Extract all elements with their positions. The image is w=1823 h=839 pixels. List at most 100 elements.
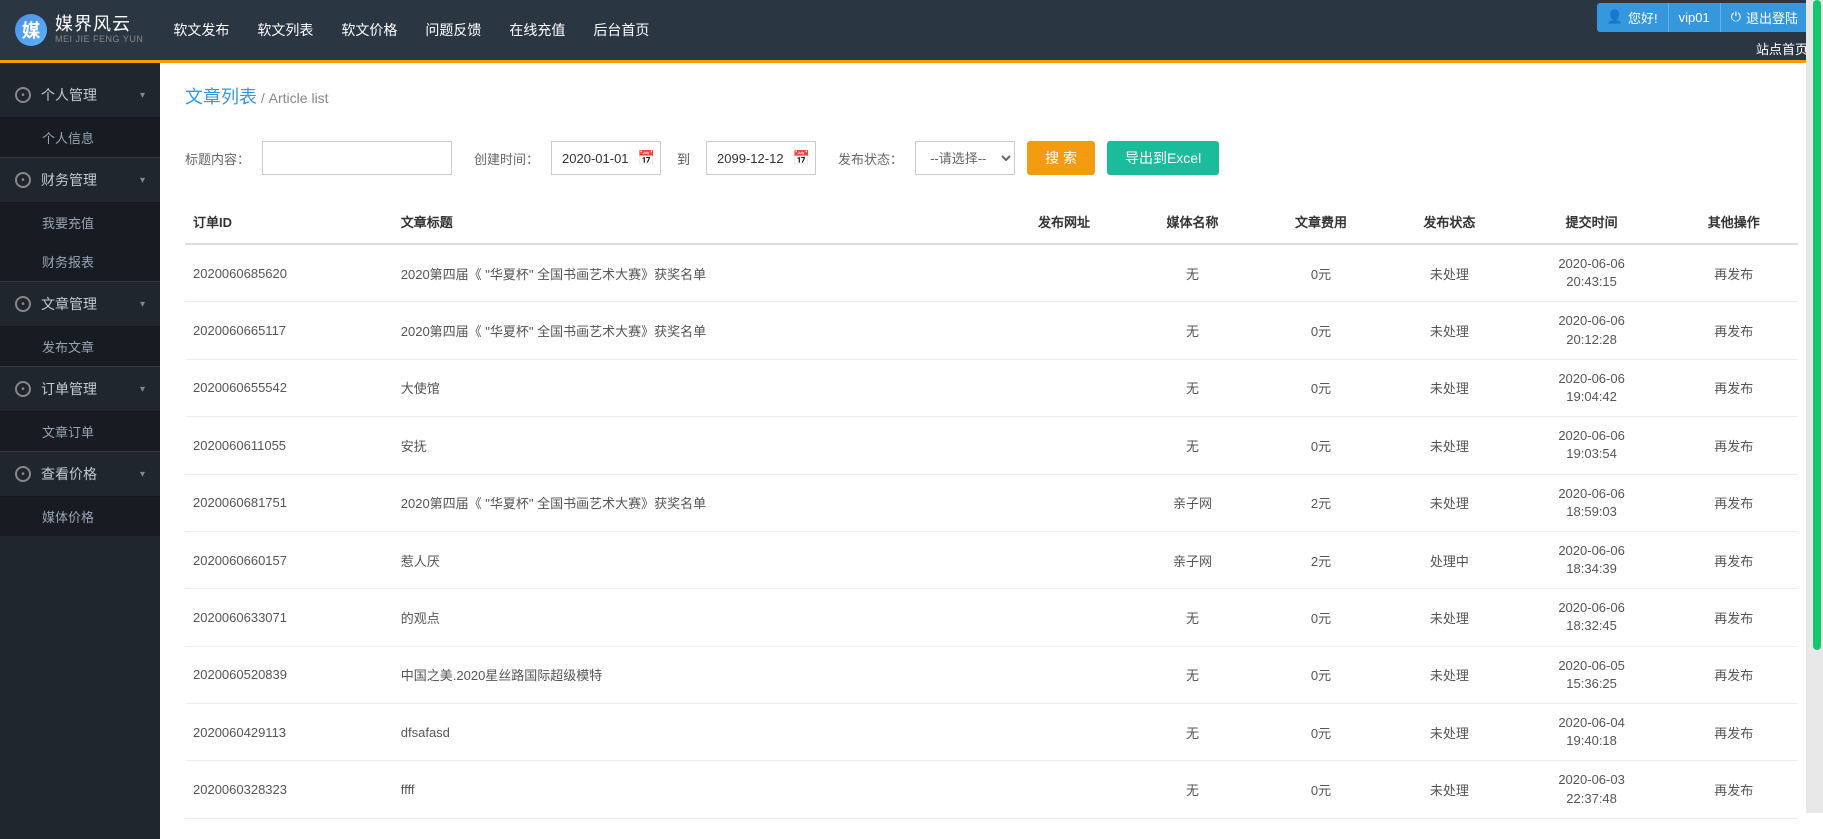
sidebar-group-label: 查看价格 <box>41 464 97 484</box>
title-filter-input[interactable] <box>262 141 452 175</box>
createtime-label: 创建时间： <box>474 149 539 168</box>
main-content: 文章列表 / Article list 标题内容： 创建时间： 📅 到 📅 发布… <box>160 63 1823 839</box>
cell-1: ffff <box>393 761 1000 818</box>
sidebar-item-2-0[interactable]: 发布文章 <box>0 327 160 366</box>
col-header-4: 文章费用 <box>1257 200 1385 244</box>
table-row: 2020060520839中国之美.2020星丝路国际超级模特无0元未处理202… <box>185 646 1798 703</box>
cell-7[interactable]: 再发布 <box>1670 244 1799 302</box>
logo-name-cn: 媒界风云 <box>55 15 143 35</box>
status-select[interactable]: --请选择-- <box>915 141 1015 175</box>
cell-6: 2020-06-0322:37:48 <box>1514 761 1670 818</box>
cell-7[interactable]: 再发布 <box>1670 474 1799 531</box>
to-label: 到 <box>677 149 690 168</box>
cell-4: 0元 <box>1257 244 1385 302</box>
cell-1: 大使馆 <box>393 359 1000 416</box>
date-from-input[interactable] <box>551 141 661 175</box>
cell-7[interactable]: 再发布 <box>1670 646 1799 703</box>
top-nav-item-4[interactable]: 在线充值 <box>509 20 565 40</box>
top-header: 媒 媒界风云 MEI JIE FENG YUN 软文发布 软文列表 软文价格 问题反馈… <box>0 0 1823 60</box>
cell-6: 2020-06-0619:03:54 <box>1514 417 1670 474</box>
page-title: 文章列表 / Article list <box>185 83 1798 121</box>
logo-name-en: MEI JIE FENG YUN <box>55 35 143 45</box>
power-icon: ⏻ <box>1731 9 1741 25</box>
sidebar-group-label: 个人管理 <box>41 85 97 105</box>
cell-6: 2020-06-0619:04:42 <box>1514 359 1670 416</box>
cell-3: 无 <box>1128 761 1256 818</box>
cell-2 <box>1000 531 1128 588</box>
sidebar-group-label: 财务管理 <box>41 170 97 190</box>
cell-2 <box>1000 646 1128 703</box>
cell-2 <box>1000 474 1128 531</box>
cell-5: 未处理 <box>1385 589 1513 646</box>
cell-0: 2020060665117 <box>185 302 393 359</box>
cell-5: 处理中 <box>1385 531 1513 588</box>
chevron-down-icon: ▾ <box>140 175 145 186</box>
top-nav-item-3[interactable]: 问题反馈 <box>425 20 481 40</box>
cell-7[interactable]: 再发布 <box>1670 417 1799 474</box>
sidebar-group-3[interactable]: •订单管理▾ <box>0 366 160 412</box>
table-body: 20200606856202020第四届《 "华夏杯" 全国书画艺术大赛》获奖名… <box>185 244 1798 818</box>
sidebar-item-1-1[interactable]: 财务报表 <box>0 242 160 281</box>
cell-7[interactable]: 再发布 <box>1670 704 1799 761</box>
cell-0: 2020060633071 <box>185 589 393 646</box>
sidebar-item-1-0[interactable]: 我要充值 <box>0 203 160 242</box>
cell-0: 2020060660157 <box>185 531 393 588</box>
user-badges: 👤 您好! vip01 ⏻ 退出登陆 <box>1597 3 1808 32</box>
top-nav-item-0[interactable]: 软文发布 <box>173 20 229 40</box>
sidebar-group-4[interactable]: •查看价格▾ <box>0 451 160 497</box>
cell-3: 亲子网 <box>1128 474 1256 531</box>
circle-icon: • <box>15 172 31 188</box>
cell-2 <box>1000 704 1128 761</box>
logout-text: 退出登陆 <box>1746 8 1798 27</box>
sidebar-group-label: 订单管理 <box>41 379 97 399</box>
cell-4: 2元 <box>1257 531 1385 588</box>
circle-icon: • <box>15 296 31 312</box>
cell-5: 未处理 <box>1385 474 1513 531</box>
sidebar-item-0-0[interactable]: 个人信息 <box>0 118 160 157</box>
cell-6: 2020-06-0618:34:39 <box>1514 531 1670 588</box>
table-row: 2020060660157惹人厌亲子网2元处理中2020-06-0618:34:… <box>185 531 1798 588</box>
logo-text: 媒界风云 MEI JIE FENG YUN <box>55 15 143 45</box>
export-button[interactable]: 导出到Excel <box>1107 141 1219 175</box>
sidebar-group-0[interactable]: •个人管理▾ <box>0 73 160 118</box>
cell-4: 0元 <box>1257 302 1385 359</box>
sidebar-item-3-0[interactable]: 文章订单 <box>0 412 160 451</box>
cell-6: 2020-06-0419:40:18 <box>1514 704 1670 761</box>
sidebar-group-2[interactable]: •文章管理▾ <box>0 281 160 327</box>
cell-4: 0元 <box>1257 417 1385 474</box>
logo-icon: 媒 <box>15 14 47 46</box>
col-header-0: 订单ID <box>185 200 393 244</box>
cell-7[interactable]: 再发布 <box>1670 359 1799 416</box>
top-nav-item-5[interactable]: 后台首页 <box>593 20 649 40</box>
cell-7[interactable]: 再发布 <box>1670 589 1799 646</box>
date-to-input[interactable] <box>706 141 816 175</box>
cell-7[interactable]: 再发布 <box>1670 761 1799 818</box>
scrollbar-track[interactable] <box>1806 0 1823 813</box>
cell-7[interactable]: 再发布 <box>1670 302 1799 359</box>
logout-badge[interactable]: ⏻ 退出登陆 <box>1720 3 1808 32</box>
cell-7[interactable]: 再发布 <box>1670 531 1799 588</box>
sidebar-group-1[interactable]: • 财务管理 ▾ <box>0 157 160 203</box>
title-filter-label: 标题内容： <box>185 149 250 168</box>
circle-icon: • <box>15 381 31 397</box>
username-badge[interactable]: vip01 <box>1668 3 1720 32</box>
sidebar-item-4-0[interactable]: 媒体价格 <box>0 497 160 536</box>
logo[interactable]: 媒 媒界风云 MEI JIE FENG YUN <box>15 14 143 46</box>
site-home-link[interactable]: 站点首页 <box>1756 39 1808 58</box>
cell-2 <box>1000 417 1128 474</box>
search-button[interactable]: 搜 索 <box>1027 141 1095 175</box>
greeting-badge: 👤 您好! <box>1597 3 1668 32</box>
top-nav: 软文发布 软文列表 软文价格 问题反馈 在线充值 后台首页 <box>173 20 649 40</box>
col-header-6: 提交时间 <box>1514 200 1670 244</box>
circle-icon: • <box>15 87 31 103</box>
cell-5: 未处理 <box>1385 302 1513 359</box>
cell-2 <box>1000 302 1128 359</box>
cell-0: 2020060655542 <box>185 359 393 416</box>
col-header-1: 文章标题 <box>393 200 1000 244</box>
scrollbar-thumb[interactable] <box>1813 0 1821 650</box>
top-nav-item-2[interactable]: 软文价格 <box>341 20 397 40</box>
article-table: 订单ID文章标题发布网址媒体名称文章费用发布状态提交时间其他操作 2020060… <box>185 200 1798 819</box>
status-filter-label: 发布状态： <box>838 149 903 168</box>
top-nav-item-1[interactable]: 软文列表 <box>257 20 313 40</box>
cell-4: 0元 <box>1257 704 1385 761</box>
